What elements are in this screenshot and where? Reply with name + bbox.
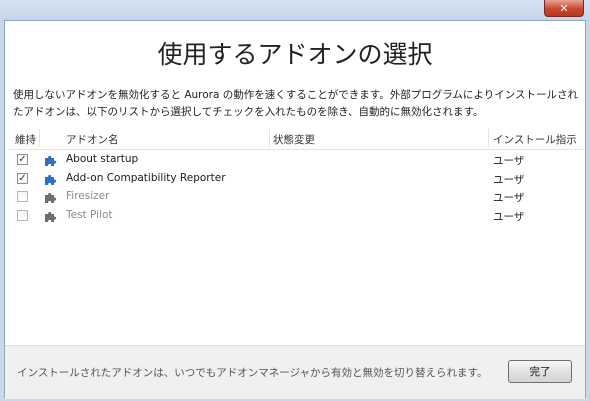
table-header: 維持 アドオン名 状態変更 インストール指示 [9,129,583,150]
column-header-install[interactable]: インストール指示 [493,132,577,147]
table-row[interactable]: Test Pilot ユーザ [9,207,583,226]
keep-checkbox[interactable]: ✓ [17,172,28,184]
table-row[interactable]: Firesizer ユーザ [9,188,583,207]
column-divider [269,129,270,147]
footer-note: インストールされたアドオンは、いつでもアドオンマネージャから有効と無効を切り替え… [17,367,488,379]
keep-checkbox[interactable] [17,191,28,202]
keep-checkbox[interactable] [17,209,28,221]
table-row[interactable]: ✓ About startup ユーザ [9,151,583,170]
addon-name: Test Pilot [66,208,113,221]
column-divider [39,129,40,147]
install-source: ユーザ [493,155,525,167]
addon-table: 維持 アドオン名 状態変更 インストール指示 ✓ About startup ユーザ… [9,129,583,225]
addon-name: About startup [66,153,139,165]
column-header-status[interactable]: 状態変更 [273,132,315,147]
table-row[interactable]: ✓ Add-on Compatibility Reporter ユーザ [9,170,583,189]
keep-checkbox[interactable]: ✓ [17,154,28,165]
title-bar: ✕ [0,0,590,22]
page-title: 使用するアドオンの選択 [157,40,433,69]
puzzle-piece-icon [44,191,58,204]
install-source: ユーザ [493,173,525,186]
dialog: 使用するアドオンの選択 使用しないアドオンを無効化すると Aurora の動作を… [4,20,586,399]
addon-name: Firesizer [66,190,110,202]
install-source: ユーザ [493,210,525,223]
column-header-name[interactable]: アドオン名 [66,132,119,147]
puzzle-piece-icon [44,173,58,186]
puzzle-piece-icon [44,154,58,167]
close-icon: ✕ [559,1,569,15]
column-divider [488,129,489,147]
close-button[interactable]: ✕ [544,0,584,17]
addon-name: Add-on Compatibility Reporter [66,171,226,184]
install-source: ユーザ [493,192,525,204]
description-text: 使用しないアドオンを無効化すると Aurora の動作を速くすることができます。… [13,89,578,118]
puzzle-piece-icon [44,210,58,223]
footer-bar: インストールされたアドオンは、いつでもアドオンマネージャから有効と無効を切り替え… [5,345,585,399]
column-header-keep[interactable]: 維持 [15,132,36,147]
done-button[interactable]: 完了 [508,360,572,383]
